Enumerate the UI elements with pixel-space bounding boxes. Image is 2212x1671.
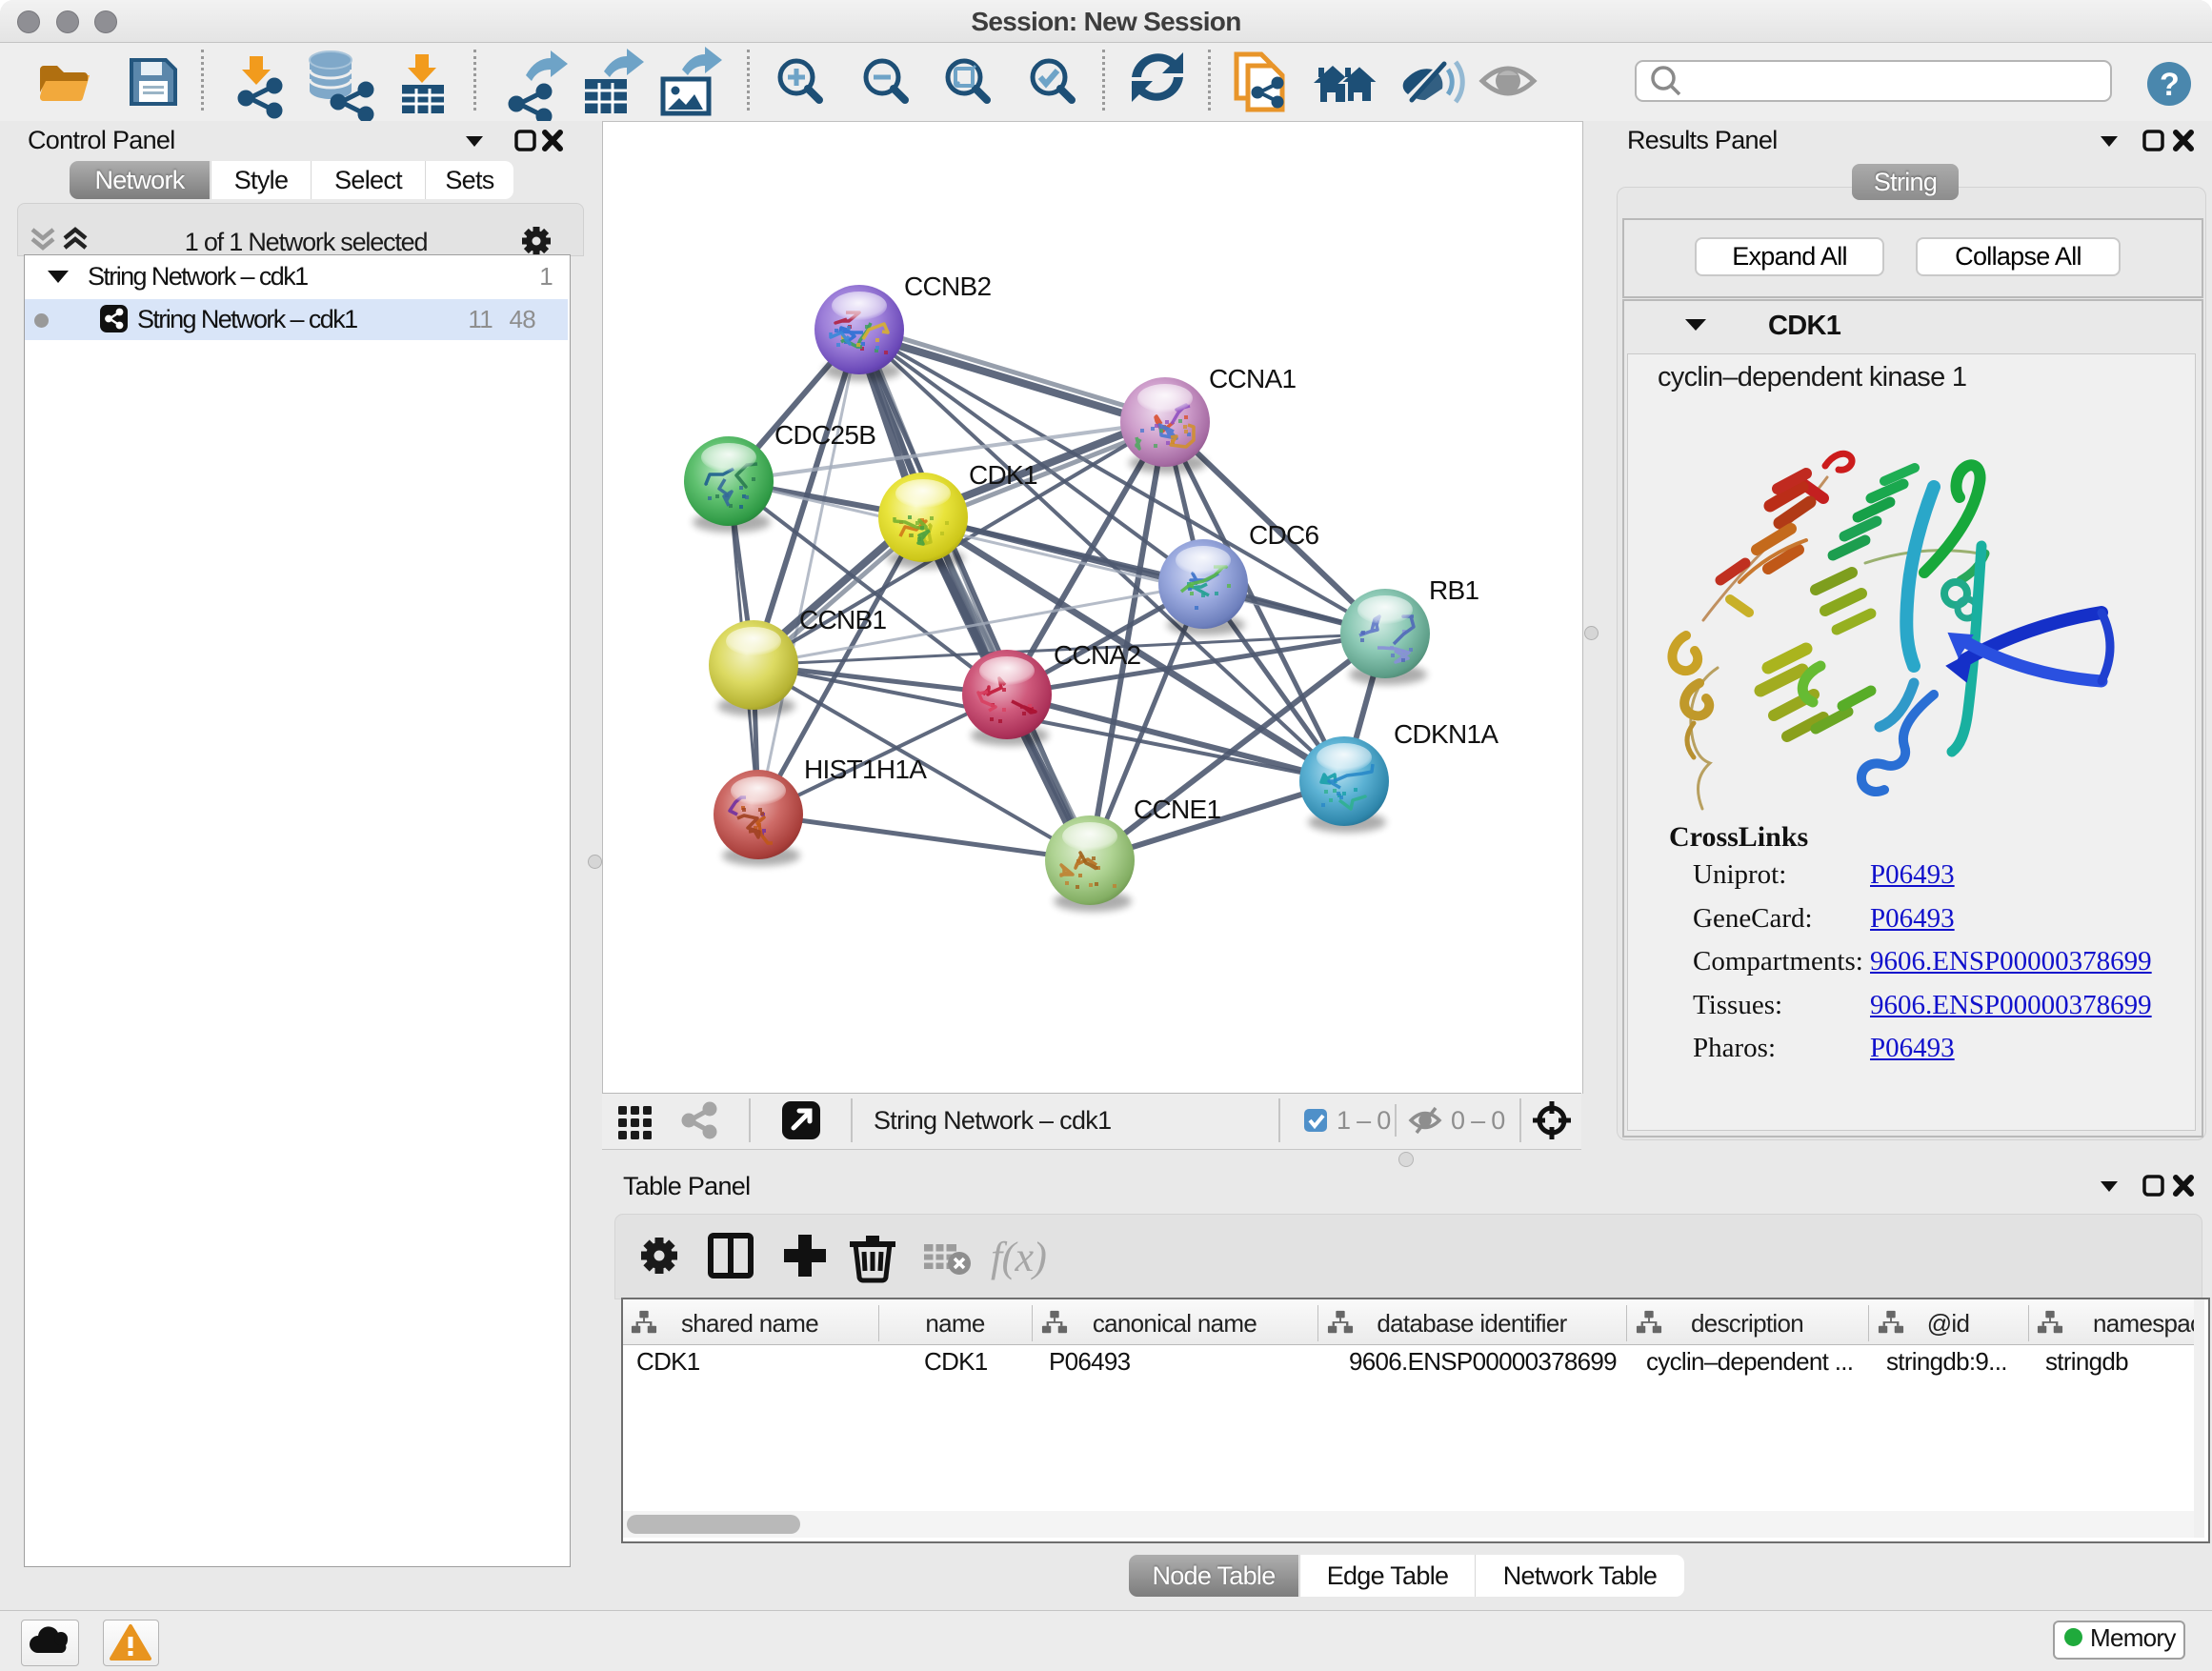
svg-text:CDK1: CDK1 xyxy=(969,460,1037,490)
svg-text:f(x): f(x) xyxy=(991,1234,1046,1280)
svg-text:CDC25B: CDC25B xyxy=(774,420,875,450)
svg-text:CCNE1: CCNE1 xyxy=(1134,795,1221,824)
svg-text:CCNA1: CCNA1 xyxy=(1209,364,1297,393)
svg-text:1 – 0: 1 – 0 xyxy=(1337,1106,1391,1135)
svg-text:CCNB1: CCNB1 xyxy=(799,605,887,634)
svg-text:?: ? xyxy=(2160,67,2179,103)
svg-text:HIST1H1A: HIST1H1A xyxy=(804,755,927,784)
svg-text:CCNA2: CCNA2 xyxy=(1054,640,1141,670)
svg-text:CDKN1A: CDKN1A xyxy=(1394,719,1498,749)
svg-text:CDC6: CDC6 xyxy=(1249,520,1319,550)
svg-text:CCNB2: CCNB2 xyxy=(904,272,992,301)
svg-text:0 – 0: 0 – 0 xyxy=(1451,1106,1505,1135)
svg-text:RB1: RB1 xyxy=(1429,575,1478,605)
svg-text:String Network – cdk1: String Network – cdk1 xyxy=(874,1106,1111,1135)
